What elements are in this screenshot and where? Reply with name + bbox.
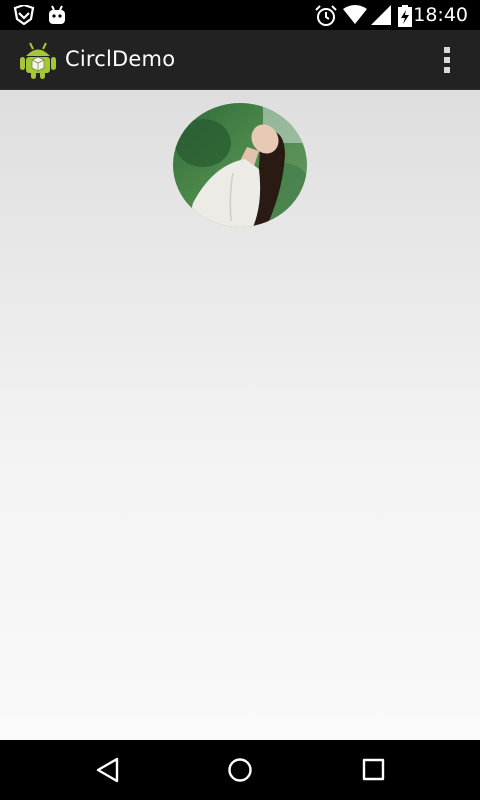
back-icon[interactable] [93,755,123,785]
recents-icon[interactable] [360,755,390,785]
cellular-signal-icon [371,5,391,25]
home-icon[interactable] [226,755,256,785]
status-time: 18:40 [413,4,468,26]
alarm-icon [315,5,337,26]
android-app-icon [20,42,56,79]
circular-avatar-image [173,103,307,227]
vpn-shield-icon [13,5,35,25]
overflow-menu-icon[interactable] [442,47,452,73]
main-content [0,90,480,740]
android-robot-icon [49,5,65,24]
action-bar: CirclDemo [0,30,480,90]
navigation-bar [0,740,480,800]
status-bar: 18:40 [0,0,480,30]
wifi-icon [343,5,367,24]
app-title: CirclDemo [65,47,176,71]
battery-charging-icon [398,5,412,27]
